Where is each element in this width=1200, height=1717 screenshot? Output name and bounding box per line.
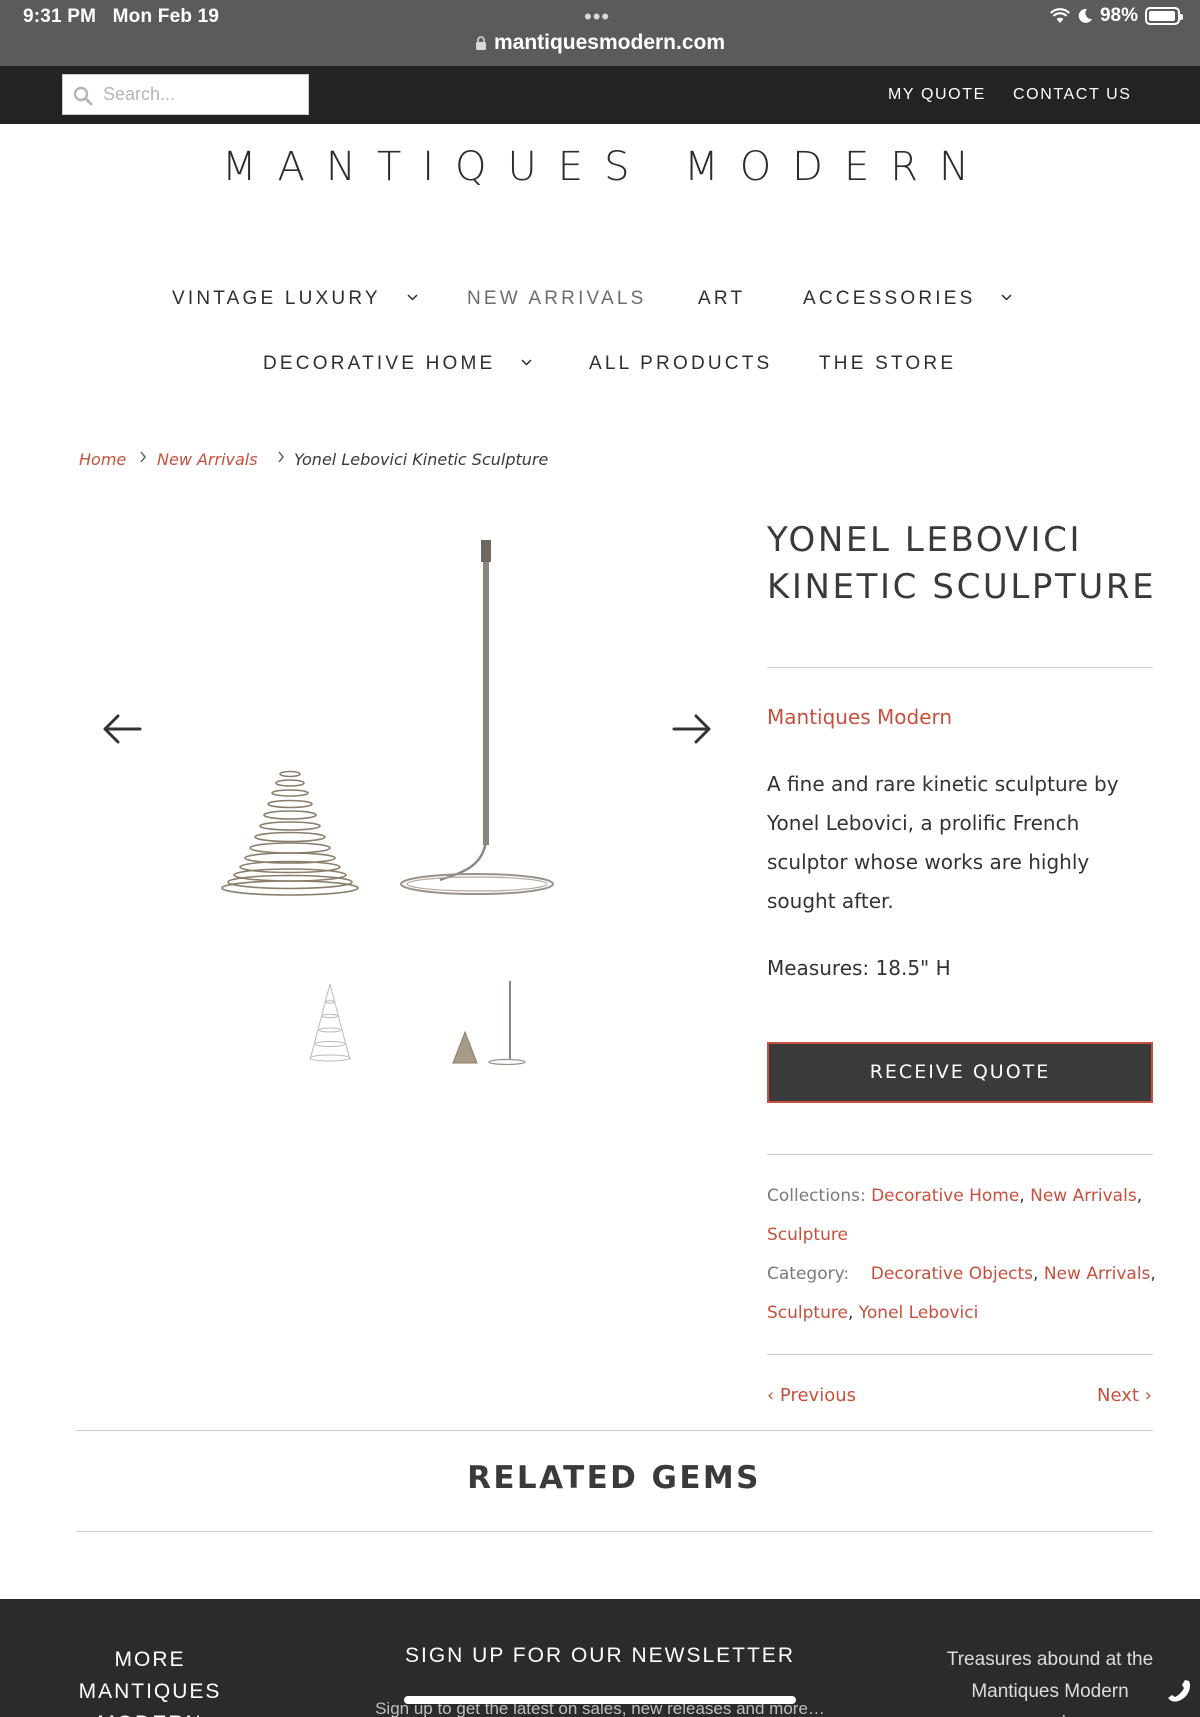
next-product-link[interactable]: Next › (1097, 1385, 1152, 1406)
receive-quote-button[interactable]: RECEIVE QUOTE (767, 1042, 1153, 1103)
divider (767, 667, 1153, 668)
chevron-down-icon (521, 359, 532, 366)
footer-tagline: Treasures abound at the Mantiques Modern… (946, 1649, 1154, 1717)
collection-link[interactable]: Decorative Home (871, 1186, 1019, 1206)
nav-all-products[interactable]: ALL PRODUCTS (589, 353, 772, 375)
breadcrumb-new-arrivals[interactable]: New Arrivals (157, 450, 258, 469)
breadcrumb-home[interactable]: Home (79, 450, 126, 469)
chevron-down-icon (1001, 294, 1012, 301)
product-description: A fine and rare kinetic sculpture by Yon… (767, 772, 1119, 913)
home-indicator[interactable] (404, 1696, 796, 1704)
nav-vintage-luxury[interactable]: VINTAGE LUXURY (172, 288, 418, 310)
lock-icon (475, 36, 486, 50)
category-link[interactable]: Sculpture (767, 1303, 848, 1323)
product-main-image[interactable] (215, 540, 565, 902)
category-link[interactable]: Yonel Lebovici (859, 1303, 979, 1323)
moon-icon (1078, 8, 1092, 23)
collection-link[interactable]: New Arrivals (1030, 1186, 1137, 1206)
chevron-right-icon (278, 451, 284, 463)
nav-new-arrivals[interactable]: NEW ARRIVALS (467, 288, 647, 310)
search-input[interactable] (103, 75, 303, 114)
product-thumbnail[interactable] (443, 978, 533, 1066)
nav-accessories[interactable]: ACCESSORIES (803, 288, 1012, 310)
previous-product-link[interactable]: ‹ Previous (767, 1385, 856, 1406)
divider (76, 1531, 1153, 1532)
search-icon (73, 86, 93, 106)
product-collections: Collections: Decorative Home, New Arriva… (767, 1186, 1143, 1245)
multitasking-dots[interactable]: ••• (584, 6, 610, 28)
arrow-right-icon[interactable] (672, 713, 712, 745)
product-categories: Category: Decorative Objects, New Arriva… (767, 1264, 1156, 1323)
wifi-icon (1049, 8, 1070, 23)
footer-more-title: MORE MANTIQUES MODERN (78, 1648, 222, 1717)
my-quote-link[interactable]: MY QUOTE (888, 86, 986, 104)
divider (76, 1430, 1153, 1431)
product-measurements: Measures: 18.5" H (767, 956, 951, 980)
utility-bar: MY QUOTE CONTACT US (0, 66, 1200, 124)
category-label: Category: (767, 1264, 850, 1284)
battery-icon (1145, 7, 1183, 25)
category-link[interactable]: New Arrivals (1044, 1264, 1151, 1284)
divider (767, 1154, 1153, 1155)
product-thumbnail[interactable] (285, 978, 375, 1066)
product-title: YONEL LEBOVICI KINETIC SCULPTURE (767, 520, 1157, 607)
ios-status-bar: 9:31 PM Mon Feb 19 ••• mantiquesmodern.c… (0, 0, 1200, 66)
divider (767, 1354, 1153, 1355)
chevron-right-icon (140, 451, 146, 463)
related-section-title: RELATED GEMS (467, 1460, 761, 1496)
status-time: 9:31 PM Mon Feb 19 (23, 6, 220, 27)
collection-link[interactable]: Sculpture (767, 1225, 848, 1245)
search-field[interactable] (62, 74, 309, 115)
site-logo[interactable]: MANTIQUES MODERN (0, 144, 1200, 190)
newsletter-title: SIGN UP FOR OUR NEWSLETTER (405, 1644, 795, 1667)
battery-percent: 98% (1099, 5, 1138, 26)
category-link[interactable]: Decorative Objects (871, 1264, 1033, 1284)
nav-the-store[interactable]: THE STORE (819, 353, 956, 375)
phone-icon[interactable] (1166, 1678, 1192, 1704)
breadcrumb-current: Yonel Lebovici Kinetic Sculpture (294, 450, 549, 469)
arrow-left-icon[interactable] (102, 713, 142, 745)
nav-art[interactable]: ART (698, 288, 745, 310)
nav-decorative-home[interactable]: DECORATIVE HOME (263, 353, 532, 375)
chevron-down-icon (407, 294, 418, 301)
contact-us-link[interactable]: CONTACT US (1013, 86, 1132, 104)
address-bar[interactable]: mantiquesmodern.com (0, 31, 1200, 55)
product-vendor-link[interactable]: Mantiques Modern (767, 705, 952, 729)
status-icons: 98% (1049, 5, 1183, 27)
collections-label: Collections: (767, 1186, 866, 1206)
url-text: mantiquesmodern.com (493, 31, 726, 54)
